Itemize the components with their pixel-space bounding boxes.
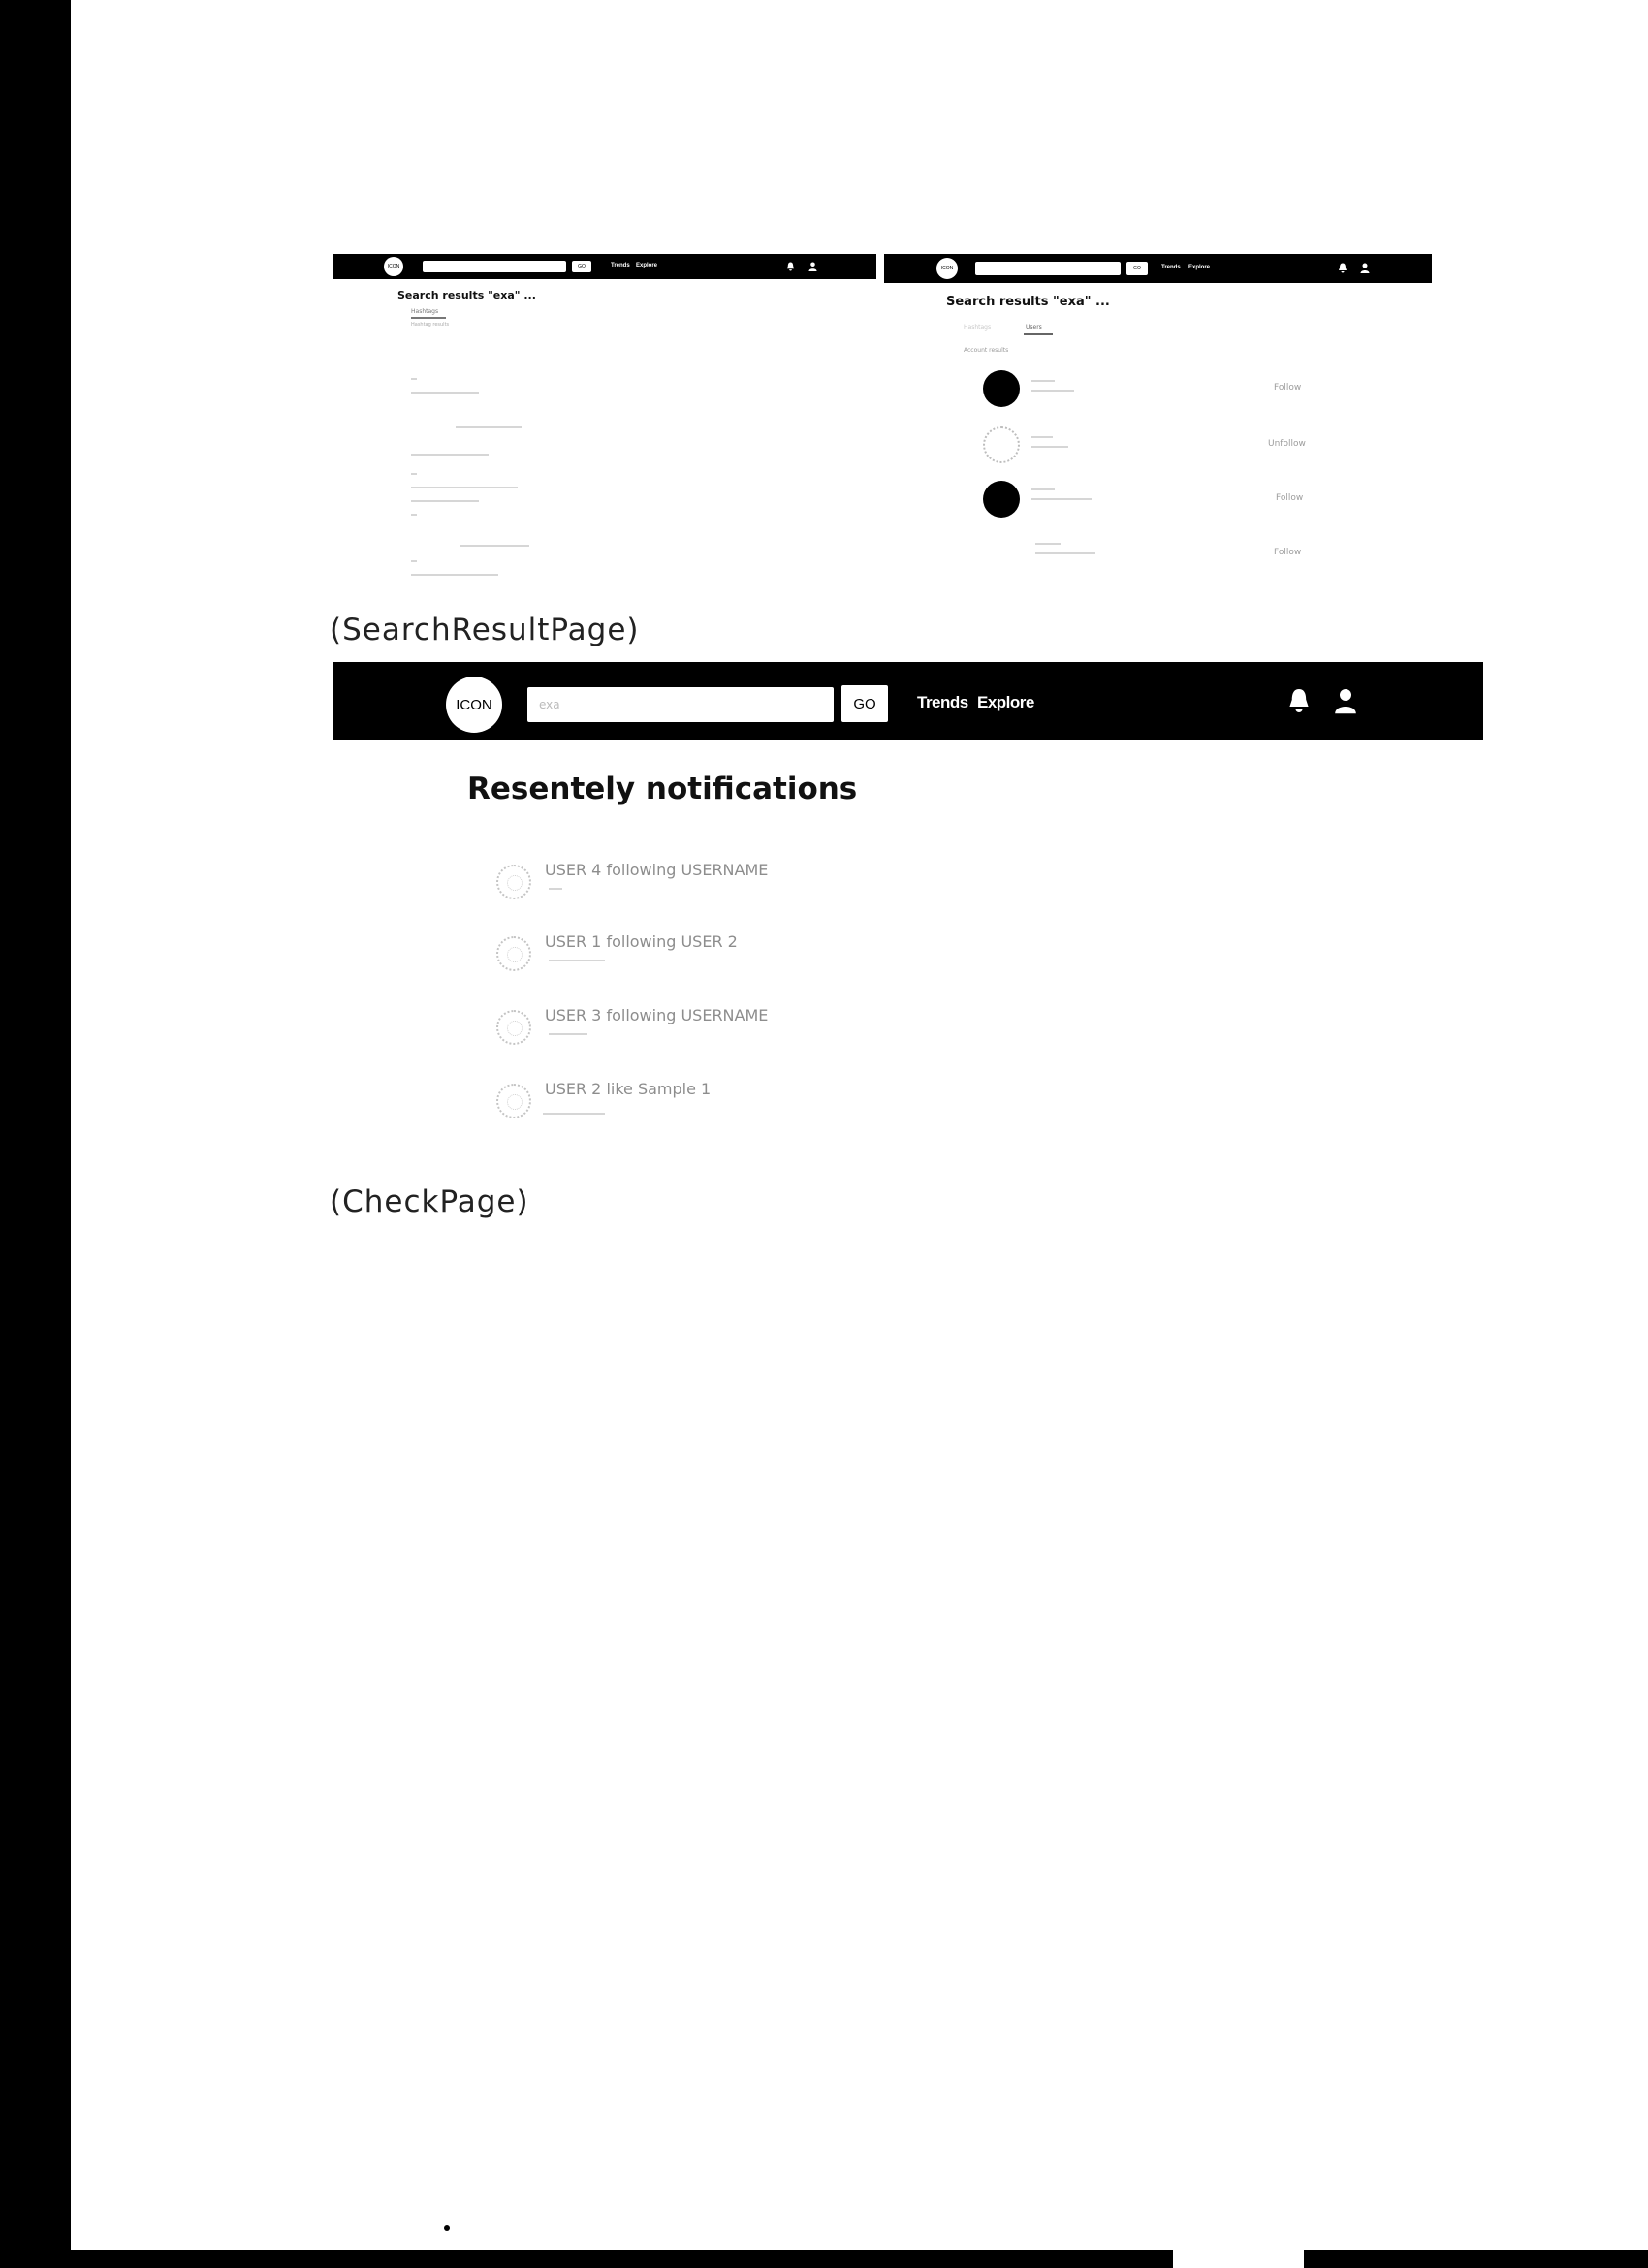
thumb-logo[interactable]: ICON <box>936 258 958 279</box>
bell-icon[interactable] <box>1287 687 1311 714</box>
notification-time-placeholder <box>549 960 605 961</box>
thumb-search-input[interactable] <box>975 262 1121 275</box>
sketch-avatar-icon <box>983 426 1020 463</box>
user-result-row: Follow <box>983 370 1390 409</box>
go-button[interactable]: GO <box>841 685 888 722</box>
notification-item[interactable]: USER 1 following USER 2 <box>496 930 884 979</box>
thumb-bell-icon[interactable] <box>786 262 795 271</box>
caption-search-result-page: (SearchResultPage) <box>330 613 640 647</box>
thumb-go-button[interactable]: GO <box>1126 262 1148 275</box>
thumb-tab-hashtags[interactable]: Hashtags <box>411 308 438 315</box>
thumb-tab-users[interactable]: Users <box>1026 324 1042 331</box>
thumb-search-input[interactable] <box>423 261 566 272</box>
sketch-avatar-icon <box>496 936 531 971</box>
user-name-placeholder <box>1035 543 1061 545</box>
follow-button[interactable]: Follow <box>1274 383 1301 393</box>
scan-border-left <box>0 0 71 2268</box>
sketch-avatar-icon <box>496 1010 531 1045</box>
follow-button[interactable]: Follow <box>1276 493 1303 503</box>
default-avatar-icon <box>983 370 1020 407</box>
thumb-nav-bar: ICON GO Trends Explore <box>884 254 1432 283</box>
thumb-go-button[interactable]: GO <box>572 261 591 272</box>
thumb-result-line <box>411 454 489 456</box>
notification-text: USER 1 following USER 2 <box>545 932 738 951</box>
user-handle-placeholder <box>1031 446 1068 448</box>
thumb-result-line <box>411 500 479 502</box>
thumb-result-line <box>411 487 518 488</box>
thumb-title: Search results "exa" ... <box>397 289 536 301</box>
search-input[interactable]: exa <box>527 687 834 722</box>
user-icon[interactable] <box>1334 687 1357 714</box>
thumb-tab-underline <box>1024 333 1053 335</box>
thumb-result-line <box>460 545 529 547</box>
notification-time-placeholder <box>543 1113 605 1115</box>
search-results-thumbnail-users: ICON GO Trends Explore Search results "e… <box>884 254 1432 583</box>
thumb-title: Search results "exa" ... <box>946 295 1110 309</box>
logo-button[interactable]: ICON <box>446 677 502 733</box>
thumb-result-line <box>411 560 417 562</box>
trends-link[interactable]: Trends <box>917 693 968 712</box>
thumb-result-line <box>411 473 417 475</box>
sketch-avatar-icon <box>496 1084 531 1118</box>
user-name-placeholder <box>1031 488 1055 490</box>
user-handle-placeholder <box>1031 498 1092 500</box>
thumb-explore-link[interactable]: Explore <box>636 263 657 268</box>
unfollow-button[interactable]: Unfollow <box>1268 439 1306 449</box>
user-name-placeholder <box>1031 380 1055 382</box>
notification-text: USER 3 following USERNAME <box>545 1006 769 1024</box>
thumb-hint: Account results <box>964 347 1009 354</box>
page-title: Resentely notifications <box>467 772 858 806</box>
user-result-row: Unfollow <box>983 426 1390 465</box>
user-handle-placeholder <box>1035 552 1095 554</box>
notification-item[interactable]: USER 2 like Sample 1 <box>496 1078 884 1126</box>
main-nav-bar: ICON exa GO Trends Explore <box>333 662 1483 740</box>
user-result-row: Follow <box>983 481 1390 520</box>
thumb-result-line <box>456 426 522 428</box>
user-handle-placeholder <box>1031 390 1074 392</box>
explore-link[interactable]: Explore <box>977 693 1034 712</box>
notification-item[interactable]: USER 3 following USERNAME <box>496 1004 884 1053</box>
thumb-hint: Hashtag results <box>411 322 450 328</box>
user-name-placeholder <box>1031 436 1053 438</box>
sketch-avatar-icon <box>496 865 531 899</box>
thumb-logo[interactable]: ICON <box>384 257 403 276</box>
notification-time-placeholder <box>549 888 562 890</box>
user-result-row: Follow <box>983 535 1390 574</box>
scan-border-bottom <box>71 2250 1173 2268</box>
thumb-explore-link[interactable]: Explore <box>1188 265 1210 270</box>
thumb-trends-link[interactable]: Trends <box>1161 265 1181 270</box>
thumb-nav-bar: ICON GO Trends Explore <box>333 254 876 279</box>
notification-item[interactable]: USER 4 following USERNAME <box>496 859 884 907</box>
scan-speck <box>444 2225 450 2231</box>
thumb-result-line <box>411 378 417 380</box>
default-avatar-icon <box>983 481 1020 518</box>
thumb-result-line <box>411 574 498 576</box>
thumb-bell-icon[interactable] <box>1338 263 1347 273</box>
scan-border-bottom-right <box>1304 2250 1648 2268</box>
thumb-user-icon[interactable] <box>1360 263 1370 273</box>
thumb-result-line <box>411 392 479 394</box>
notification-text: USER 4 following USERNAME <box>545 861 769 879</box>
thumb-tab-hashtags[interactable]: Hashtags <box>964 324 991 331</box>
follow-button[interactable]: Follow <box>1274 548 1301 557</box>
caption-check-page: (CheckPage) <box>330 1184 529 1219</box>
notification-text: USER 2 like Sample 1 <box>545 1080 712 1098</box>
thumb-tab-underline <box>411 317 446 319</box>
thumb-result-line <box>411 514 417 516</box>
notification-time-placeholder <box>549 1033 587 1035</box>
thumb-trends-link[interactable]: Trends <box>611 263 630 268</box>
thumb-user-icon[interactable] <box>808 262 817 271</box>
search-results-thumbnail-hashtags: ICON GO Trends Explore Search results "e… <box>333 254 876 583</box>
